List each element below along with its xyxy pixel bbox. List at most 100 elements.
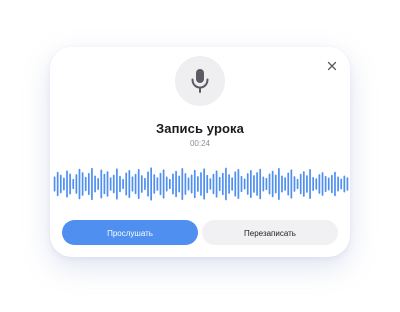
waveform-bar	[218, 176, 221, 192]
waveform-bar	[128, 170, 131, 198]
waveform-bar	[91, 167, 93, 201]
waveform-bar	[256, 172, 258, 196]
waveform-bar	[69, 173, 71, 195]
rerecord-button[interactable]: Перезаписать	[202, 220, 338, 245]
waveform-bar	[159, 172, 162, 196]
waveform-bar	[209, 178, 212, 190]
waveform-bar	[206, 174, 209, 194]
waveform-bar	[112, 174, 115, 194]
waveform-bar	[309, 169, 311, 199]
waveform-bar	[284, 177, 286, 191]
waveform-bar	[175, 170, 177, 198]
waveform-bar	[181, 168, 184, 200]
waveform-bar	[84, 176, 87, 192]
background: Запись урока 00:24 Прослушать Перезаписа…	[0, 0, 400, 312]
close-button[interactable]	[323, 57, 341, 75]
waveform-bar	[324, 175, 327, 193]
waveform-bar	[53, 176, 56, 192]
waveform-bar	[100, 169, 103, 199]
recording-dialog: Запись урока 00:24 Прослушать Перезаписа…	[50, 47, 350, 257]
waveform-bar	[66, 170, 68, 198]
waveform-bar	[281, 175, 283, 193]
waveform-bar	[78, 168, 81, 200]
waveform-bar	[287, 172, 290, 196]
waveform-bar	[221, 172, 224, 196]
waveform-bar	[274, 174, 277, 194]
waveform-bar	[290, 169, 293, 199]
waveform-bar	[144, 177, 146, 191]
waveform-bar	[278, 168, 280, 200]
waveform-bar	[59, 174, 62, 194]
waveform-bar	[150, 167, 152, 201]
waveform-bar	[225, 167, 227, 201]
waveform-bar	[315, 178, 318, 190]
recording-duration: 00:24	[189, 139, 211, 148]
waveform-bar	[327, 177, 330, 191]
waveform-bar	[334, 171, 336, 197]
waveform-bar	[296, 178, 299, 190]
waveform-bar	[97, 178, 100, 190]
waveform-bar	[259, 168, 262, 200]
waveform-bar	[240, 175, 243, 193]
waveform-bar	[165, 176, 168, 192]
waveform-bar	[203, 168, 205, 200]
waveform-bar	[197, 176, 199, 192]
waveform-bar	[190, 174, 193, 194]
waveform-bar	[265, 177, 268, 191]
waveform-bar	[293, 176, 296, 192]
waveform-bar	[318, 174, 321, 194]
waveform-bar	[103, 173, 106, 195]
microphone-icon	[191, 69, 209, 93]
waveform-bar	[187, 177, 190, 191]
listen-button[interactable]: Прослушать	[62, 220, 198, 245]
waveform-bar	[250, 170, 252, 198]
waveform-bar	[172, 173, 174, 195]
waveform-bar	[140, 175, 143, 193]
waveform-bar	[134, 173, 137, 195]
waveform-bar	[72, 178, 75, 190]
waveform-bar	[168, 178, 171, 190]
waveform-bar	[302, 171, 305, 197]
waveform-bar	[178, 175, 181, 193]
waveform-bar	[331, 174, 333, 194]
waveform-bar	[156, 177, 159, 191]
waveform-bar	[162, 169, 165, 199]
waveform-bar	[184, 173, 187, 195]
waveform-bar	[268, 173, 271, 195]
close-icon[interactable]	[323, 57, 341, 75]
waveform-bar	[119, 175, 121, 193]
waveform-bar	[122, 178, 124, 190]
waveform-bar	[237, 169, 240, 199]
waveform-bar	[343, 175, 346, 193]
waveform-bar	[109, 177, 112, 191]
waveform-bar	[212, 173, 215, 195]
waveform-bar	[193, 169, 196, 199]
microphone-badge	[175, 56, 225, 106]
waveform-bar	[243, 178, 246, 190]
waveform-bar	[147, 171, 149, 197]
waveform-bar	[306, 175, 308, 193]
waveform-bar	[153, 174, 156, 194]
waveform-bar	[346, 177, 349, 191]
waveform-bar	[271, 170, 274, 198]
waveform-bar	[106, 171, 109, 197]
waveform-bar	[87, 172, 90, 196]
waveform-bar	[200, 172, 202, 196]
waveform-bar	[299, 173, 302, 195]
waveform-bar	[253, 175, 255, 193]
waveform-bar	[131, 176, 134, 192]
dialog-title: Запись урока	[156, 121, 244, 136]
waveform-bar	[228, 174, 230, 194]
waveform-bar	[337, 176, 339, 192]
waveform-bar	[312, 176, 315, 192]
waveform-bar	[56, 171, 59, 197]
waveform-bar	[262, 176, 265, 192]
audio-waveform	[53, 167, 349, 201]
waveform-bar	[231, 177, 234, 191]
waveform-bar	[246, 173, 249, 195]
waveform-bar	[116, 168, 118, 200]
waveform-bar	[81, 172, 84, 196]
waveform-bar	[234, 171, 237, 197]
waveform-bar	[75, 174, 78, 194]
waveform-bar	[125, 172, 128, 196]
